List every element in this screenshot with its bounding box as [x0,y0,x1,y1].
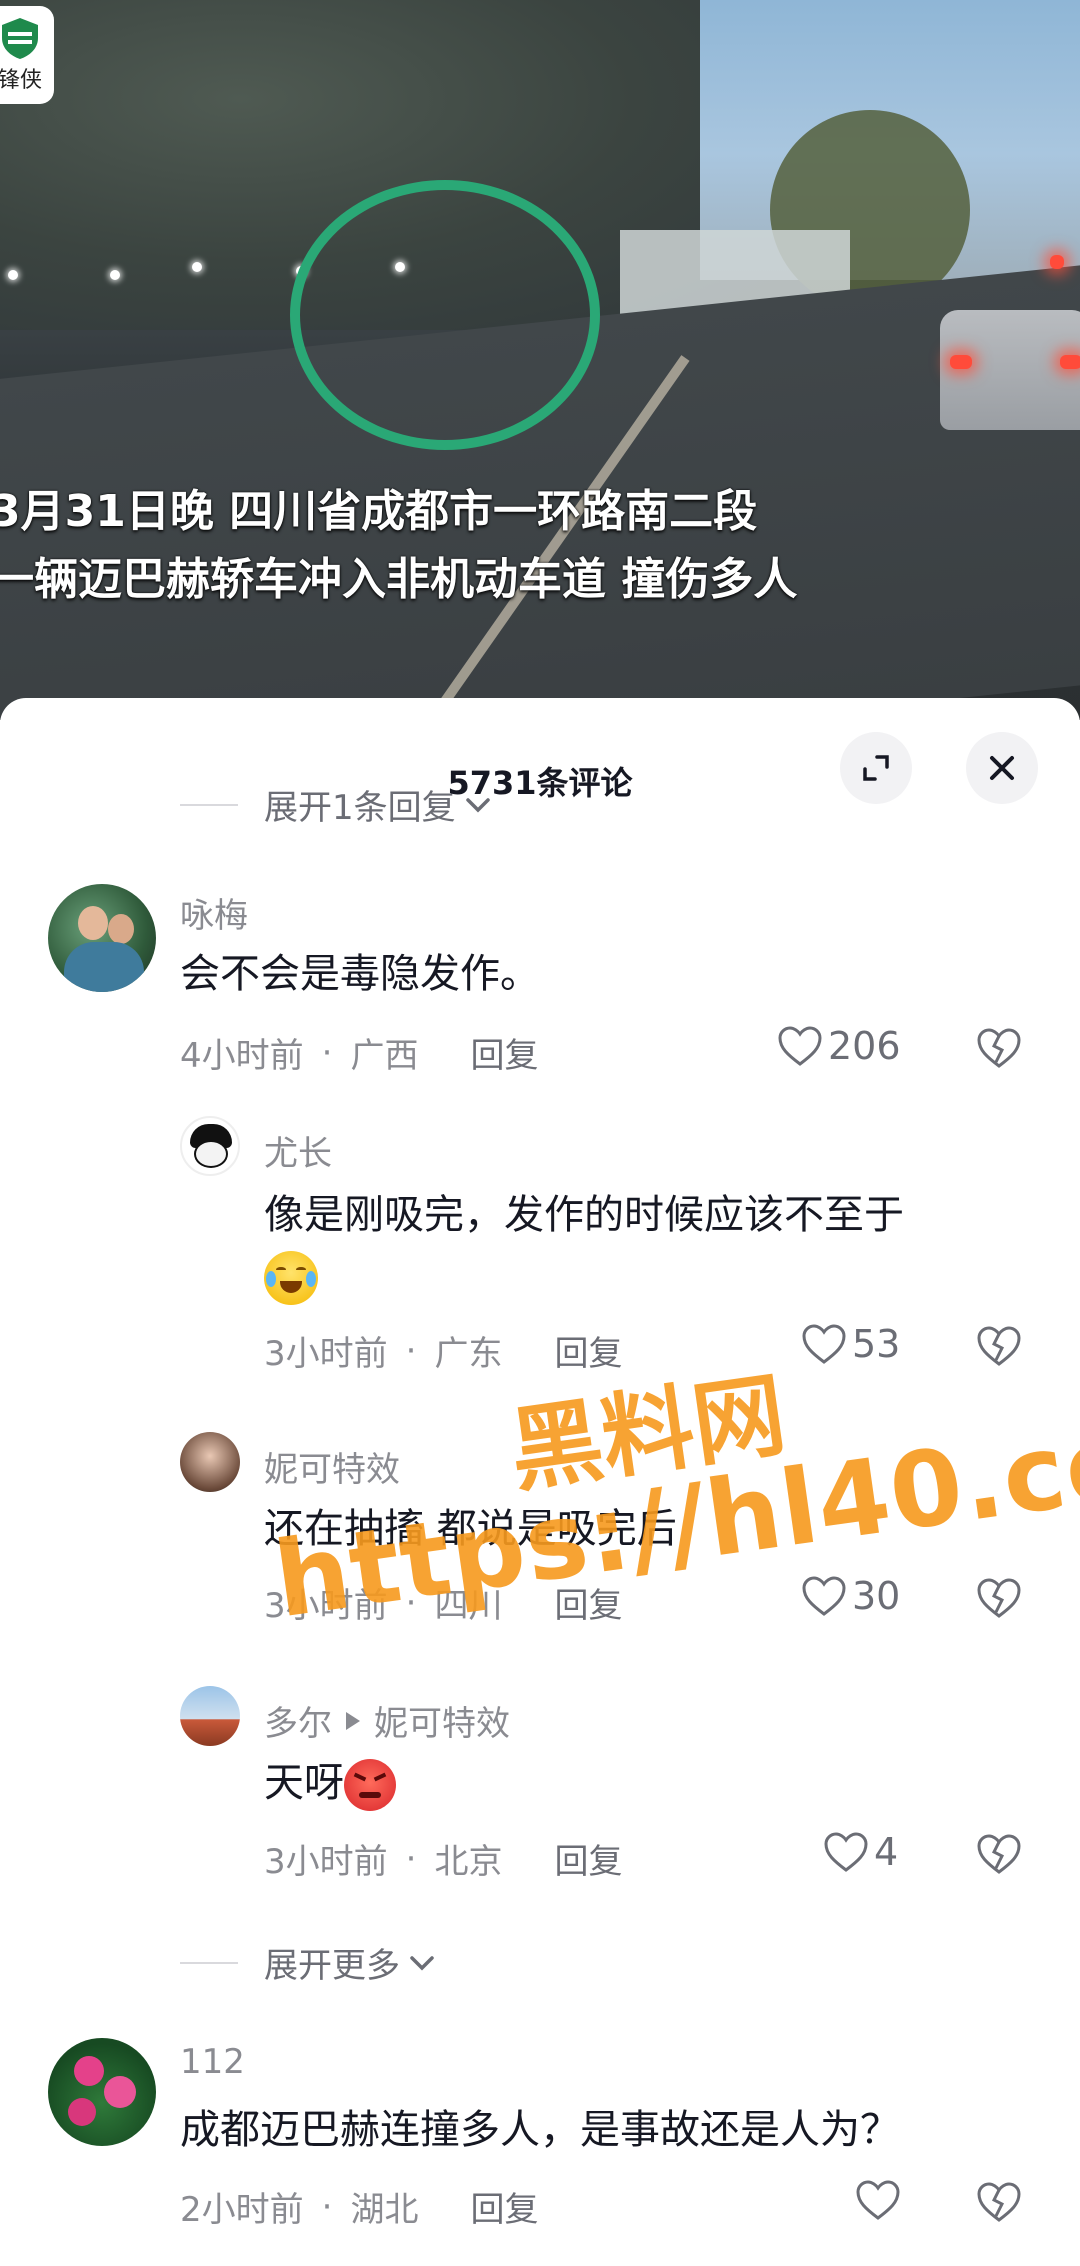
comment-time: 3小时前 [264,1842,388,1882]
comment-text: 成都迈巴赫连撞多人，是事故还是人为？ [180,2107,900,2153]
broken-heart-icon [977,1326,1021,1366]
comment-count-title: 5731条评论 [447,764,633,802]
comment-location: 广西 [350,1036,419,1076]
crying-laughing-emoji [264,1251,318,1305]
comment-author[interactable]: 尤长 [264,1126,332,1175]
expand-replies-label: 展开1条回复 [264,788,456,828]
streetlight [8,270,18,280]
angry-face-emoji [344,1759,396,1811]
app-logo: 锋侠 [0,6,54,104]
expand-more-replies[interactable]: 展开更多 [180,1938,436,1987]
broken-heart-icon [977,1578,1021,1618]
dislike-button[interactable] [974,1576,1024,1624]
meta-separator: · [405,1838,417,1879]
taillight [950,355,972,369]
comment-location: 湖北 [350,2190,419,2230]
like-button[interactable] [854,2178,906,2222]
meta-separator: · [321,2186,333,2227]
chevron-down-icon [410,1955,434,1970]
expand-icon [863,755,889,781]
like-count: 4 [874,1830,899,1874]
comment-author[interactable]: 多尔 [264,1696,332,1745]
heart-icon [778,1026,822,1066]
comment-meta: 4小时前 · 广西 回复 [180,1028,538,1077]
expand-replies-top[interactable]: 展开1条回复 [180,780,492,829]
broken-heart-icon [977,2182,1021,2222]
heart-icon [824,1832,868,1872]
comment-author[interactable]: 112 [180,2042,245,2082]
comment-time: 3小时前 [264,1334,388,1374]
comment-author-line: 多尔 妮可特效 [264,1696,510,1745]
heart-icon [802,1324,846,1364]
comment-author[interactable]: 妮可特效 [264,1442,400,1491]
avatar[interactable] [180,1432,240,1492]
shield-logo-icon [2,18,38,59]
comment-time: 2小时前 [180,2190,304,2230]
comment-author[interactable]: 咏梅 [180,888,248,937]
avatar[interactable] [48,884,156,992]
comment-emoji-line [264,1246,318,1306]
video-caption-line-2: 一辆迈巴赫轿车冲入非机动车道 撞伤多人 [0,554,798,605]
comment-meta: 3小时前 · 广东 回复 [264,1326,622,1375]
streetlight [110,270,120,280]
comment-text-line: 天呀 [264,1753,396,1813]
broken-heart-icon [977,1834,1021,1874]
like-button[interactable]: 30 [800,1574,900,1618]
car-ahead [940,310,1080,430]
reply-to-author[interactable]: 妮可特效 [374,1696,510,1745]
comment-location: 广东 [434,1334,503,1374]
expand-button[interactable] [840,732,912,804]
divider-line [180,1961,238,1964]
dislike-button[interactable] [974,1832,1024,1880]
video-player[interactable]: 锋侠 3月31日晚 四川省成都市一环路南二段 一辆迈巴赫轿车冲入非机动车道 撞伤… [0,0,1080,720]
expand-more-label: 展开更多 [264,1946,400,1986]
streetlight [192,262,202,272]
comment-text: 像是刚吸完，发作的时候应该不至于 [264,1192,904,1238]
dislike-button[interactable] [974,1324,1024,1372]
divider-line [180,803,238,806]
traffic-light [1050,255,1064,269]
like-count: 30 [852,1574,901,1618]
reply-button[interactable]: 回复 [470,2182,538,2231]
meta-separator: · [321,1032,333,1073]
like-count: 53 [852,1322,901,1366]
like-button[interactable]: 4 [822,1830,898,1874]
like-button[interactable]: 53 [800,1322,900,1366]
close-button[interactable] [966,732,1038,804]
reply-arrow-icon [346,1711,360,1730]
avatar[interactable] [180,1116,240,1176]
close-icon [990,756,1014,780]
heart-icon [802,1576,846,1616]
comment-time: 4小时前 [180,1036,304,1076]
chevron-down-icon [465,797,490,812]
avatar[interactable] [48,2038,156,2146]
comment-meta: 3小时前 · 北京 回复 [264,1834,622,1883]
taillight [1060,355,1080,369]
highlight-circle [290,180,600,450]
meta-separator: · [405,1330,417,1371]
dislike-button[interactable] [974,2180,1024,2228]
video-caption-line-1: 3月31日晚 四川省成都市一环路南二段 [0,486,758,537]
reply-button[interactable]: 回复 [470,1028,538,1077]
comment-text: 天呀 [264,1760,344,1806]
comment-location: 北京 [434,1842,503,1882]
reply-button[interactable]: 回复 [554,1834,622,1883]
heart-icon [856,2180,900,2220]
logo-text: 锋侠 [0,68,42,93]
like-count: 206 [828,1024,901,1068]
like-button[interactable]: 206 [776,1024,901,1068]
comment-meta: 2小时前 · 湖北 回复 [180,2182,538,2231]
dislike-button[interactable] [974,1026,1024,1074]
comment-text: 会不会是毒隐发作。 [180,951,540,997]
avatar[interactable] [180,1686,240,1746]
broken-heart-icon [977,1028,1021,1068]
